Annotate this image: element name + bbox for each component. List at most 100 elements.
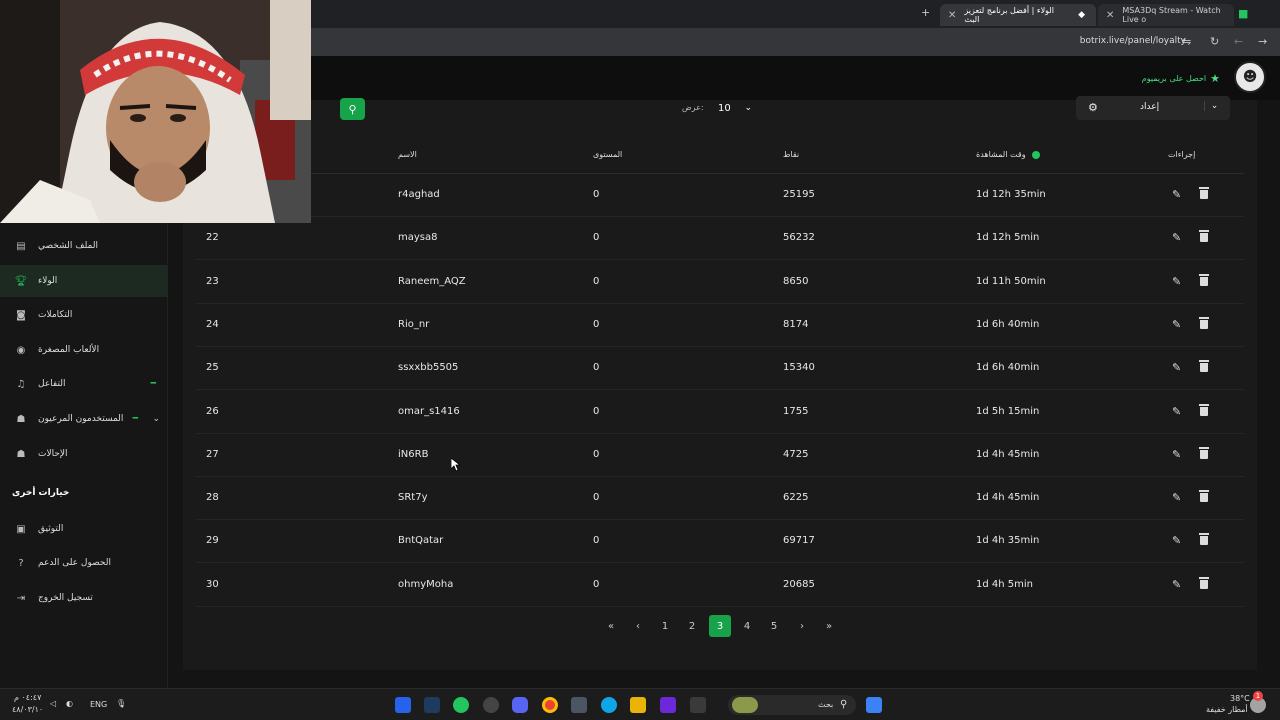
page-5[interactable]: 5 (763, 615, 785, 637)
trash-icon[interactable] (1199, 403, 1209, 416)
sidebar-item-label: الملف الشخصي (38, 241, 98, 251)
info-icon[interactable] (1032, 150, 1041, 159)
trash-icon[interactable] (1199, 316, 1209, 329)
table-row: r4aghad 0 25195 1d 12h 35min ✎ (196, 174, 1244, 217)
prev-page-icon[interactable]: ‹ (627, 615, 649, 637)
trash-lid (1199, 490, 1209, 493)
user-avatar[interactable]: ☻ (1234, 61, 1266, 93)
edit-icon[interactable]: ✎ (1172, 534, 1181, 547)
trash-icon[interactable] (1199, 446, 1209, 459)
sidebar-item-minigames[interactable]: ◉ الألعاب المصغرة (0, 334, 168, 366)
chevron-down-icon[interactable]: ⌄ (152, 414, 160, 424)
first-page-icon[interactable]: « (600, 615, 622, 637)
column-header-points[interactable]: نقاط (783, 150, 799, 159)
points-cell: 8650 (783, 275, 809, 287)
tab-loyalty[interactable]: ✕ الولاء | أفضل برنامج لتعزيز البث ◆ (940, 4, 1096, 26)
reload-icon[interactable]: ↻ (1210, 35, 1219, 48)
points-cell: 8174 (783, 318, 809, 330)
sidebar-item-loyalty[interactable]: 🏆︎ الولاء (0, 265, 168, 297)
edge-icon[interactable] (601, 697, 617, 713)
settings-button[interactable]: ⚙ إعداد ⌄ (1076, 96, 1230, 120)
app-icon[interactable] (660, 697, 676, 713)
extension-icon[interactable]: ■ (1238, 7, 1248, 20)
webcam-overlay (0, 0, 311, 223)
level-cell: 0 (593, 492, 600, 504)
edit-icon[interactable]: ✎ (1172, 448, 1181, 461)
edit-icon[interactable]: ✎ (1172, 318, 1181, 331)
edit-icon[interactable]: ✎ (1172, 578, 1181, 591)
microphone-icon[interactable]: 🎙︎ (116, 699, 126, 708)
page-size-select[interactable]: 10 ⌄ (712, 97, 758, 119)
search-button[interactable]: ⚲ (340, 98, 365, 120)
clock-time[interactable]: ٠٤:٤٧ م (14, 693, 41, 702)
chrome-icon[interactable] (542, 697, 558, 713)
new-tab-icon[interactable]: + (921, 6, 930, 19)
volume-icon[interactable]: ◁ (50, 699, 56, 708)
edit-icon[interactable]: ✎ (1172, 405, 1181, 418)
taskbar-search[interactable]: بحث ⚲ (728, 695, 856, 715)
column-header-level[interactable]: المستوى (593, 150, 622, 159)
app-icon[interactable] (395, 697, 411, 713)
edit-icon[interactable]: ✎ (1172, 361, 1181, 374)
close-icon[interactable]: ✕ (948, 10, 956, 21)
chevron-down-icon: ⌄ (744, 103, 752, 113)
sidebar-item-referrals[interactable]: ☗ الإحالات (0, 438, 168, 470)
trash-icon[interactable] (1199, 360, 1209, 373)
trash-icon[interactable] (1199, 230, 1209, 243)
back-icon[interactable]: ← (1234, 35, 1243, 48)
sidebar-item-documentation[interactable]: ▣ التوثيق (0, 513, 168, 545)
column-header-actions: إجراءات (1168, 150, 1196, 159)
last-page-icon[interactable]: » (818, 615, 840, 637)
sidebar-item-sponsored-users[interactable]: ☗ المستخدمون المرعيون ━ ⌄ (0, 403, 168, 435)
trophy-icon: 🏆︎ (14, 275, 28, 287)
file-explorer-icon[interactable] (630, 697, 646, 713)
tab-msa3dq-stream[interactable]: ✕ MSA3Dq Stream - Watch Live o (1098, 4, 1234, 26)
puzzle-icon: ◙ (16, 309, 26, 321)
new-badge: ━ (132, 414, 138, 424)
url-text[interactable]: botrix.live/panel/loyalty (1080, 36, 1186, 46)
edit-icon[interactable]: ✎ (1172, 275, 1181, 288)
edit-icon[interactable]: ✎ (1172, 491, 1181, 504)
level-cell: 0 (593, 232, 600, 244)
store-icon[interactable] (571, 697, 587, 713)
trash-icon[interactable] (1199, 576, 1209, 589)
page-1[interactable]: 1 (654, 615, 676, 637)
wifi-icon[interactable]: ◐ (66, 699, 73, 708)
watch-time-cell: 1d 4h 35min (976, 535, 1040, 547)
watch-time-cell: 1d 12h 5min (976, 232, 1040, 244)
sidebar-item-logout[interactable]: ⇥ تسجيل الخروج (0, 582, 168, 614)
edit-icon[interactable]: ✎ (1172, 231, 1181, 244)
sidebar-item-support[interactable]: ? الحصول على الدعم (0, 547, 168, 579)
language-indicator[interactable]: ENG (90, 700, 107, 709)
next-page-icon[interactable]: › (791, 615, 813, 637)
chevron-down-icon[interactable]: ⌄ (1204, 101, 1224, 111)
whatsapp-icon[interactable] (453, 697, 469, 713)
get-premium-link[interactable]: احصل على بريميوم ★ (1142, 72, 1220, 85)
trash-bin (1200, 579, 1208, 589)
app-icon[interactable] (690, 697, 706, 713)
column-header-watch-time[interactable]: وقت المشاهدة (976, 150, 1041, 159)
trash-icon[interactable] (1199, 187, 1209, 199)
trash-icon[interactable] (1199, 273, 1209, 286)
sidebar-item-interaction[interactable]: ♫ التفاعل ━ (0, 368, 168, 400)
windows-start-icon[interactable] (866, 697, 882, 713)
page-2[interactable]: 2 (681, 615, 703, 637)
discord-icon[interactable] (512, 697, 528, 713)
trash-icon[interactable] (1199, 533, 1209, 546)
points-cell: 25195 (783, 189, 815, 200)
trash-icon[interactable] (1199, 490, 1209, 503)
trash-bin (1200, 190, 1208, 199)
sidebar-item-profile[interactable]: ▤ الملف الشخصي (0, 230, 168, 262)
steam-icon[interactable] (424, 697, 440, 713)
page-4[interactable]: 4 (736, 615, 758, 637)
close-icon[interactable]: ✕ (1106, 10, 1114, 21)
edit-icon[interactable]: ✎ (1172, 188, 1181, 201)
app-icon[interactable] (483, 697, 499, 713)
users-icon: ☗ (16, 413, 26, 425)
forward-icon[interactable]: → (1258, 35, 1267, 48)
points-cell: 69717 (783, 535, 815, 547)
sidebar-item-integrations[interactable]: ◙ التكاملات (0, 299, 168, 331)
clock-date[interactable]: ٤٨/٠٣/١٠ (12, 705, 43, 714)
column-header-name[interactable]: الاسم (398, 150, 417, 159)
page-3-current[interactable]: 3 (709, 615, 731, 637)
